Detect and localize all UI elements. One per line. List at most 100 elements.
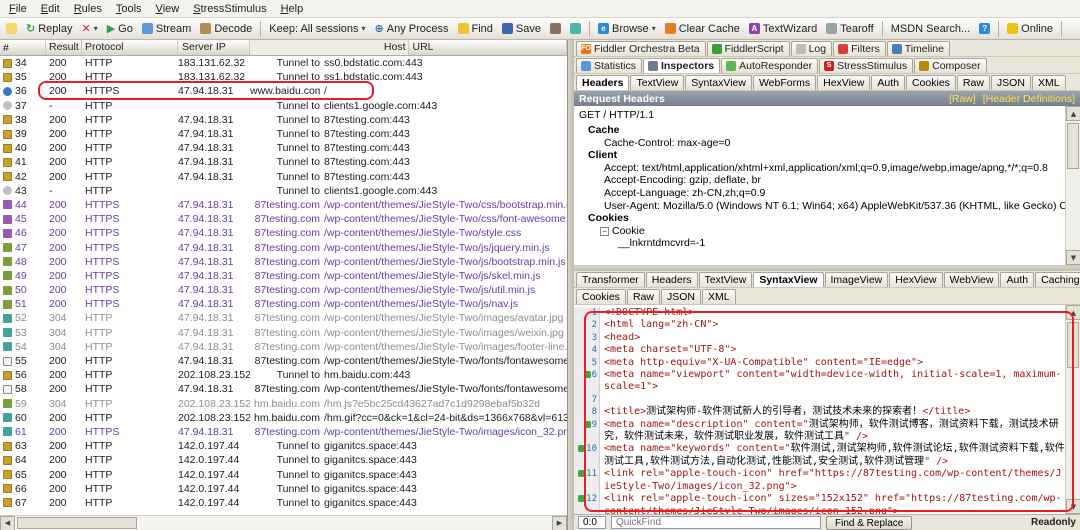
inspector-tab-hexview[interactable]: HexView <box>817 75 871 90</box>
response-tab-raw[interactable]: Raw <box>626 289 660 304</box>
scrollbar-thumb[interactable] <box>17 516 137 529</box>
collapse-icon[interactable]: − <box>600 226 609 236</box>
session-row[interactable]: 41 200 HTTP 47.94.18.31 Tunnel to 87testing.c… <box>0 155 567 169</box>
response-tab-xml[interactable]: XML <box>701 289 736 304</box>
tab-fiddlerscript[interactable]: FiddlerScript <box>706 41 790 56</box>
msdn-search[interactable]: MSDN Search... <box>888 22 973 36</box>
session-row[interactable]: 46 200 HTTPS 47.94.18.31 87testing.com/wp-co… <box>0 226 567 240</box>
comment-button[interactable] <box>3 22 20 35</box>
session-row[interactable]: 42 200 HTTP 47.94.18.31 Tunnel to 87testing.c… <box>0 170 567 184</box>
menu-stressstimulus[interactable]: StressStimulus <box>186 2 273 16</box>
session-row[interactable]: 60 200 HTTP 202.108.23.152 hm.baidu.com/hm.g… <box>0 411 567 425</box>
tearoff-button[interactable]: Tearoff <box>823 22 876 36</box>
response-tab-headers[interactable]: Headers <box>645 272 698 287</box>
tab-stressstimulus[interactable]: S StressStimulus <box>819 58 914 73</box>
session-row[interactable]: 64 200 HTTP 142.0.197.44 Tunnel to giganitcs.… <box>0 453 567 467</box>
response-tab-hexview[interactable]: HexView <box>889 272 943 287</box>
code-scrollbar[interactable]: ▲ ▼ <box>1065 305 1080 514</box>
raw-link[interactable]: [Raw] <box>949 93 976 105</box>
textwizard-button[interactable]: A TextWizard <box>746 22 820 36</box>
inspector-tab-json[interactable]: JSON <box>990 75 1031 90</box>
inspector-tab-webforms[interactable]: WebForms <box>752 75 817 90</box>
menu-tools[interactable]: Tools <box>109 2 149 16</box>
session-row[interactable]: 66 200 HTTP 142.0.197.44 Tunnel to giganitcs.… <box>0 482 567 496</box>
clear-cache-button[interactable]: Clear Cache <box>662 22 743 36</box>
response-tab-imageview[interactable]: ImageView <box>824 272 889 287</box>
timer-button[interactable] <box>567 22 584 35</box>
menu-help[interactable]: Help <box>274 2 311 16</box>
session-row[interactable]: 45 200 HTTPS 47.94.18.31 87testing.com/wp-co… <box>0 212 567 226</box>
scrollbar-track[interactable] <box>15 515 552 530</box>
column-header-protocol[interactable]: Protocol <box>82 40 178 55</box>
scroll-down-button[interactable]: ▼ <box>1066 250 1080 265</box>
response-tab-auth[interactable]: Auth <box>1000 272 1035 287</box>
column-header-#[interactable]: # <box>0 40 46 55</box>
response-tab-json[interactable]: JSON <box>660 289 701 304</box>
session-row[interactable]: 40 200 HTTP 47.94.18.31 Tunnel to 87testing.c… <box>0 141 567 155</box>
session-row[interactable]: 38 200 HTTP 47.94.18.31 Tunnel to 87testing.c… <box>0 113 567 127</box>
session-row[interactable]: 65 200 HTTP 142.0.197.44 Tunnel to giganitcs.… <box>0 467 567 481</box>
response-tab-syntaxview[interactable]: SyntaxView <box>753 272 824 287</box>
tab-autoresponder[interactable]: AutoResponder <box>721 58 819 73</box>
tab-inspectors[interactable]: Inspectors <box>643 58 721 73</box>
session-row[interactable]: 59 304 HTTP 202.108.23.152 hm.baidu.com/hm.j… <box>0 397 567 411</box>
response-tab-caching[interactable]: Caching <box>1035 272 1080 287</box>
session-row[interactable]: 67 200 HTTP 142.0.197.44 Tunnel to giganitcs.… <box>0 496 567 510</box>
session-row[interactable]: 50 200 HTTPS 47.94.18.31 87testing.com/wp-co… <box>0 283 567 297</box>
screenshot-button[interactable] <box>547 22 564 35</box>
session-row[interactable]: 55 200 HTTP 47.94.18.31 87testing.com/wp-con… <box>0 354 567 368</box>
session-row[interactable]: 35 200 HTTP 183.131.62.32 Tunnel to ss1.bdsta… <box>0 70 567 84</box>
session-row[interactable]: 53 304 HTTP 47.94.18.31 87testing.com/wp-con… <box>0 326 567 340</box>
inspector-tab-raw[interactable]: Raw <box>956 75 990 90</box>
scroll-left-button[interactable]: ◀ <box>0 515 15 530</box>
menu-file[interactable]: File <box>2 2 34 16</box>
response-tab-transformer[interactable]: Transformer <box>576 272 645 287</box>
tab-composer[interactable]: Composer <box>914 58 987 73</box>
stream-button[interactable]: Stream <box>139 22 194 36</box>
find-button[interactable]: Find <box>455 22 496 36</box>
tab-fiddler-orchestra[interactable]: FO Fiddler Orchestra Beta <box>576 41 706 56</box>
keep-sessions-dropdown[interactable]: Keep: All sessions ▾ <box>266 22 368 36</box>
tab-statistics[interactable]: Statistics <box>576 58 643 73</box>
session-row[interactable]: 36 200 HTTPS 47.94.18.31 www.baidu.com / <box>0 84 567 98</box>
inspector-tab-syntaxview[interactable]: SyntaxView <box>685 75 752 90</box>
header-tree-node[interactable]: − Cookie <box>600 225 1065 238</box>
session-row[interactable]: 56 200 HTTP 202.108.23.152 Tunnel to hm.baidu… <box>0 368 567 382</box>
browse-button[interactable]: e Browse ▾ <box>595 22 659 36</box>
session-row[interactable]: 51 200 HTTPS 47.94.18.31 87testing.com/wp-co… <box>0 297 567 311</box>
scrollbar-track[interactable] <box>1066 121 1080 250</box>
tab-log[interactable]: Log <box>790 41 833 56</box>
menu-edit[interactable]: Edit <box>34 2 67 16</box>
session-row[interactable]: 48 200 HTTPS 47.94.18.31 87testing.com/wp-co… <box>0 255 567 269</box>
scrollbar-thumb[interactable] <box>1067 322 1079 368</box>
tab-timeline[interactable]: Timeline <box>886 41 950 56</box>
session-row[interactable]: 63 200 HTTP 142.0.197.44 Tunnel to giganitcs.… <box>0 439 567 453</box>
inspector-tab-xml[interactable]: XML <box>1031 75 1066 90</box>
session-horizontal-scrollbar[interactable]: ◀ ▶ <box>0 515 567 530</box>
session-row[interactable]: 43 - HTTP Tunnel to clients1.google.com:443 <box>0 184 567 198</box>
menu-rules[interactable]: Rules <box>67 2 109 16</box>
scroll-down-button[interactable]: ▼ <box>1066 499 1080 514</box>
session-row[interactable]: 37 - HTTP Tunnel to clients1.google.com:443 <box>0 99 567 113</box>
session-row[interactable]: 39 200 HTTP 47.94.18.31 Tunnel to 87testing.c… <box>0 127 567 141</box>
scroll-up-button[interactable]: ▲ <box>1066 106 1080 121</box>
session-row[interactable]: 34 200 HTTP 183.131.62.32 Tunnel to ss0.bdsta… <box>0 56 567 70</box>
save-button[interactable]: Save <box>499 22 544 36</box>
inspector-tab-auth[interactable]: Auth <box>871 75 905 90</box>
remove-sessions-button[interactable]: ✕ ▾ <box>78 22 100 35</box>
scrollbar-track[interactable] <box>1066 320 1080 499</box>
header-definitions-link[interactable]: [Header Definitions] <box>983 93 1075 105</box>
session-row[interactable]: 58 200 HTTP 47.94.18.31 87testing.com/wp-con… <box>0 382 567 396</box>
session-row[interactable]: 44 200 HTTPS 47.94.18.31 87testing.com/wp-co… <box>0 198 567 212</box>
session-row[interactable]: 61 200 HTTPS 47.94.18.31 87testing.com/wp-co… <box>0 425 567 439</box>
inspector-tab-headers[interactable]: Headers <box>576 75 630 90</box>
go-button[interactable]: ▶ Go <box>104 22 136 36</box>
column-header-result[interactable]: Result <box>46 40 82 55</box>
session-row[interactable]: 49 200 HTTPS 47.94.18.31 87testing.com/wp-co… <box>0 269 567 283</box>
replay-button[interactable]: ↻ Replay <box>23 22 75 36</box>
response-tab-webview[interactable]: WebView <box>943 272 1000 287</box>
inspector-tab-cookies[interactable]: Cookies <box>905 75 956 90</box>
session-row[interactable]: 54 304 HTTP 47.94.18.31 87testing.com/wp-con… <box>0 340 567 354</box>
response-tab-cookies[interactable]: Cookies <box>576 289 626 304</box>
quickfind-input[interactable]: QuickFind <box>611 516 821 529</box>
